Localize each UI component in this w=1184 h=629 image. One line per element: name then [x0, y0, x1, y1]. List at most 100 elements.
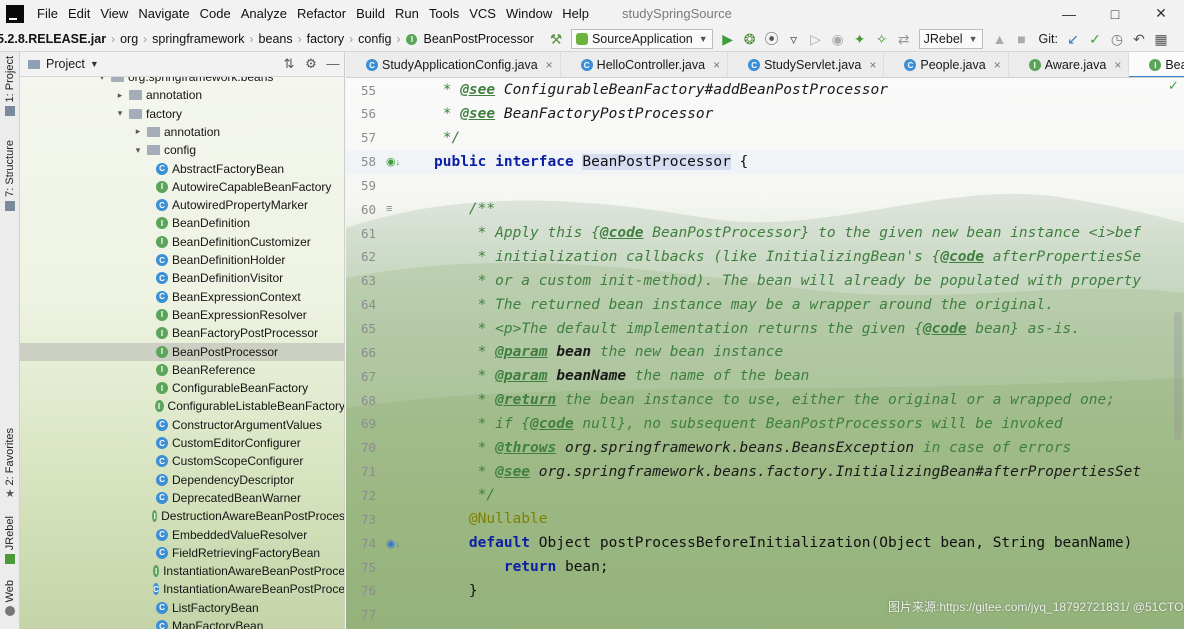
git-commit-icon[interactable]: ✓: [1084, 28, 1106, 50]
code-editor[interactable]: 55 * @see ConfigurableBeanFactory#addBea…: [346, 78, 1184, 629]
overridden-gutter-icon[interactable]: ◉↓: [386, 537, 400, 550]
tree-class-node[interactable]: C CustomScopeConfigurer: [20, 452, 344, 470]
tree-class-node[interactable]: I BeanDefinitionCustomizer: [20, 233, 344, 251]
code-line[interactable]: 66 * @param bean the new bean instance: [346, 340, 1184, 364]
code-line[interactable]: 56 * @see BeanFactoryPostProcessor: [346, 102, 1184, 126]
menu-refactor[interactable]: Refactor: [292, 6, 351, 21]
tool-tab-web[interactable]: Web: [2, 580, 18, 617]
editor-tab[interactable]: C HelloController.java ×: [561, 52, 729, 77]
project-view-select[interactable]: Project: [46, 57, 85, 71]
tree-class-node[interactable]: I BeanPostProcessor: [20, 342, 344, 361]
menu-tools[interactable]: Tools: [424, 6, 464, 21]
chevron-down-icon[interactable]: ▾: [132, 145, 144, 156]
menu-analyze[interactable]: Analyze: [236, 6, 292, 21]
maximize-icon[interactable]: □: [1092, 0, 1138, 27]
git-update-icon[interactable]: ↙: [1062, 28, 1084, 50]
code-line[interactable]: 58 ◉↓ public interface BeanPostProcessor {: [346, 149, 1184, 174]
menu-run[interactable]: Run: [390, 6, 424, 21]
git-rollback-icon[interactable]: ↶: [1128, 28, 1150, 50]
code-line[interactable]: 62 * initialization callbacks (like Init…: [346, 245, 1184, 269]
tree-class-node[interactable]: C MapFactoryBean: [20, 617, 344, 629]
tree-class-node[interactable]: I ConfigurableListableBeanFactory: [20, 397, 344, 415]
close-tab-icon[interactable]: ×: [994, 58, 1001, 72]
tree-class-node[interactable]: I BeanReference: [20, 361, 344, 379]
run-config-select[interactable]: SourceApplication ▼: [570, 29, 713, 49]
close-icon[interactable]: ✕: [1138, 0, 1184, 27]
editor-tab[interactable]: C StudyApplicationConfig.java ×: [346, 52, 561, 77]
project-tree[interactable]: ▾org.springframework.beans▸annotation▾fa…: [20, 77, 344, 629]
update-icon[interactable]: ▲: [989, 28, 1011, 50]
chevron-down-icon[interactable]: ▾: [96, 77, 108, 83]
menu-file[interactable]: File: [32, 6, 63, 21]
code-line[interactable]: 59: [346, 173, 1184, 197]
tree-class-node[interactable]: C AbstractFactoryBean: [20, 160, 344, 178]
run-dashboard-icon[interactable]: ▷: [805, 28, 827, 50]
code-line[interactable]: 60 ≡ /**: [346, 197, 1184, 221]
tree-class-node[interactable]: C InstantiationAwareBeanPostProce: [20, 580, 344, 598]
tree-class-node[interactable]: C BeanDefinitionVisitor: [20, 269, 344, 287]
stop-icon[interactable]: ■: [1011, 28, 1033, 50]
code-line[interactable]: 63 * or a custom init-method). The bean …: [346, 269, 1184, 293]
menu-view[interactable]: View: [95, 6, 133, 21]
tree-class-node[interactable]: C DeprecatedBeanWarner: [20, 489, 344, 507]
chevron-down-icon[interactable]: ▼: [90, 59, 99, 69]
tree-class-node[interactable]: I DestructionAwareBeanPostProces: [20, 507, 344, 525]
collapse-all-icon[interactable]: ⇅: [278, 56, 300, 72]
close-tab-icon[interactable]: ×: [869, 58, 876, 72]
jrebel-run-icon[interactable]: ✦: [849, 28, 871, 50]
scrollbar-thumb[interactable]: [1174, 312, 1182, 440]
tree-package-node[interactable]: ▾ config: [20, 141, 344, 159]
chevron-right-icon[interactable]: ▸: [132, 126, 144, 137]
code-line[interactable]: 68 * @return the bean instance to use, e…: [346, 388, 1184, 412]
tree-package-node[interactable]: ▸ annotation: [20, 86, 344, 104]
tree-class-node[interactable]: I ConfigurableBeanFactory: [20, 379, 344, 397]
breadcrumb-item[interactable]: factory: [304, 32, 348, 46]
code-line[interactable]: 75 return bean;: [346, 555, 1184, 579]
breadcrumb-item[interactable]: springframework: [149, 32, 247, 46]
code-line[interactable]: 55 * @see ConfigurableBeanFactory#addBea…: [346, 78, 1184, 102]
tree-class-node[interactable]: C DependencyDescriptor: [20, 471, 344, 489]
chevron-right-icon[interactable]: ▸: [114, 90, 126, 101]
coverage-icon[interactable]: ⦿: [761, 28, 783, 50]
tree-class-node[interactable]: I BeanFactoryPostProcessor: [20, 324, 344, 342]
menu-vcs[interactable]: VCS: [464, 6, 501, 21]
hammer-build-icon[interactable]: ⚒: [545, 28, 567, 50]
attach-debugger-icon[interactable]: ◉: [827, 28, 849, 50]
tree-class-node[interactable]: I BeanDefinition: [20, 214, 344, 232]
inspection-ok-icon[interactable]: ✓: [1168, 78, 1179, 94]
tree-class-node[interactable]: I BeanExpressionResolver: [20, 306, 344, 324]
git-history-icon[interactable]: ◷: [1106, 28, 1128, 50]
tool-tab-favorites[interactable]: 2: Favorites ★: [2, 428, 18, 500]
code-line[interactable]: 72 */: [346, 483, 1184, 507]
tool-tab-jrebel[interactable]: JRebel: [2, 516, 18, 565]
tool-tab-project[interactable]: 1: Project: [2, 56, 18, 117]
code-line[interactable]: 65 * <p>The default implementation retur…: [346, 317, 1184, 341]
breadcrumb-item[interactable]: config: [355, 32, 394, 46]
jrebel-debug-icon[interactable]: ✧: [871, 28, 893, 50]
menu-edit[interactable]: Edit: [63, 6, 95, 21]
jrebel-sync-icon[interactable]: ⇄: [893, 28, 915, 50]
tree-class-node[interactable]: I AutowireCapableBeanFactory: [20, 178, 344, 196]
code-line[interactable]: 57 */: [346, 126, 1184, 150]
jrebel-select[interactable]: JRebel ▼: [918, 29, 983, 49]
editor-tab[interactable]: C People.java ×: [884, 52, 1009, 77]
breadcrumb-item[interactable]: org: [117, 32, 141, 46]
tree-class-node[interactable]: C CustomEditorConfigurer: [20, 434, 344, 452]
close-tab-icon[interactable]: ×: [546, 58, 553, 72]
tree-package-node[interactable]: ▸ annotation: [20, 123, 344, 141]
close-tab-icon[interactable]: ×: [713, 58, 720, 72]
code-line[interactable]: 64 * The returned bean instance may be a…: [346, 293, 1184, 317]
editor-tab[interactable]: IBeanPostProcessor.java×: [1129, 52, 1184, 77]
breadcrumb-item[interactable]: beans: [256, 32, 296, 46]
code-line[interactable]: 73 @Nullable: [346, 507, 1184, 531]
code-line[interactable]: 74 ◉↓ default Object postProcessBeforeIni…: [346, 531, 1184, 555]
render-doc-icon[interactable]: ≡: [386, 203, 392, 215]
menu-window[interactable]: Window: [501, 6, 557, 21]
implemented-gutter-icon[interactable]: ◉↓: [386, 155, 400, 168]
tree-class-node[interactable]: C ConstructorArgumentValues: [20, 416, 344, 434]
more-icon[interactable]: ▦: [1150, 28, 1172, 50]
tree-class-node[interactable]: C BeanExpressionContext: [20, 288, 344, 306]
gear-icon[interactable]: ⚙: [300, 56, 322, 72]
minimize-icon[interactable]: —: [1046, 0, 1092, 27]
code-line[interactable]: 67 * @param beanName the name of the bea…: [346, 364, 1184, 388]
